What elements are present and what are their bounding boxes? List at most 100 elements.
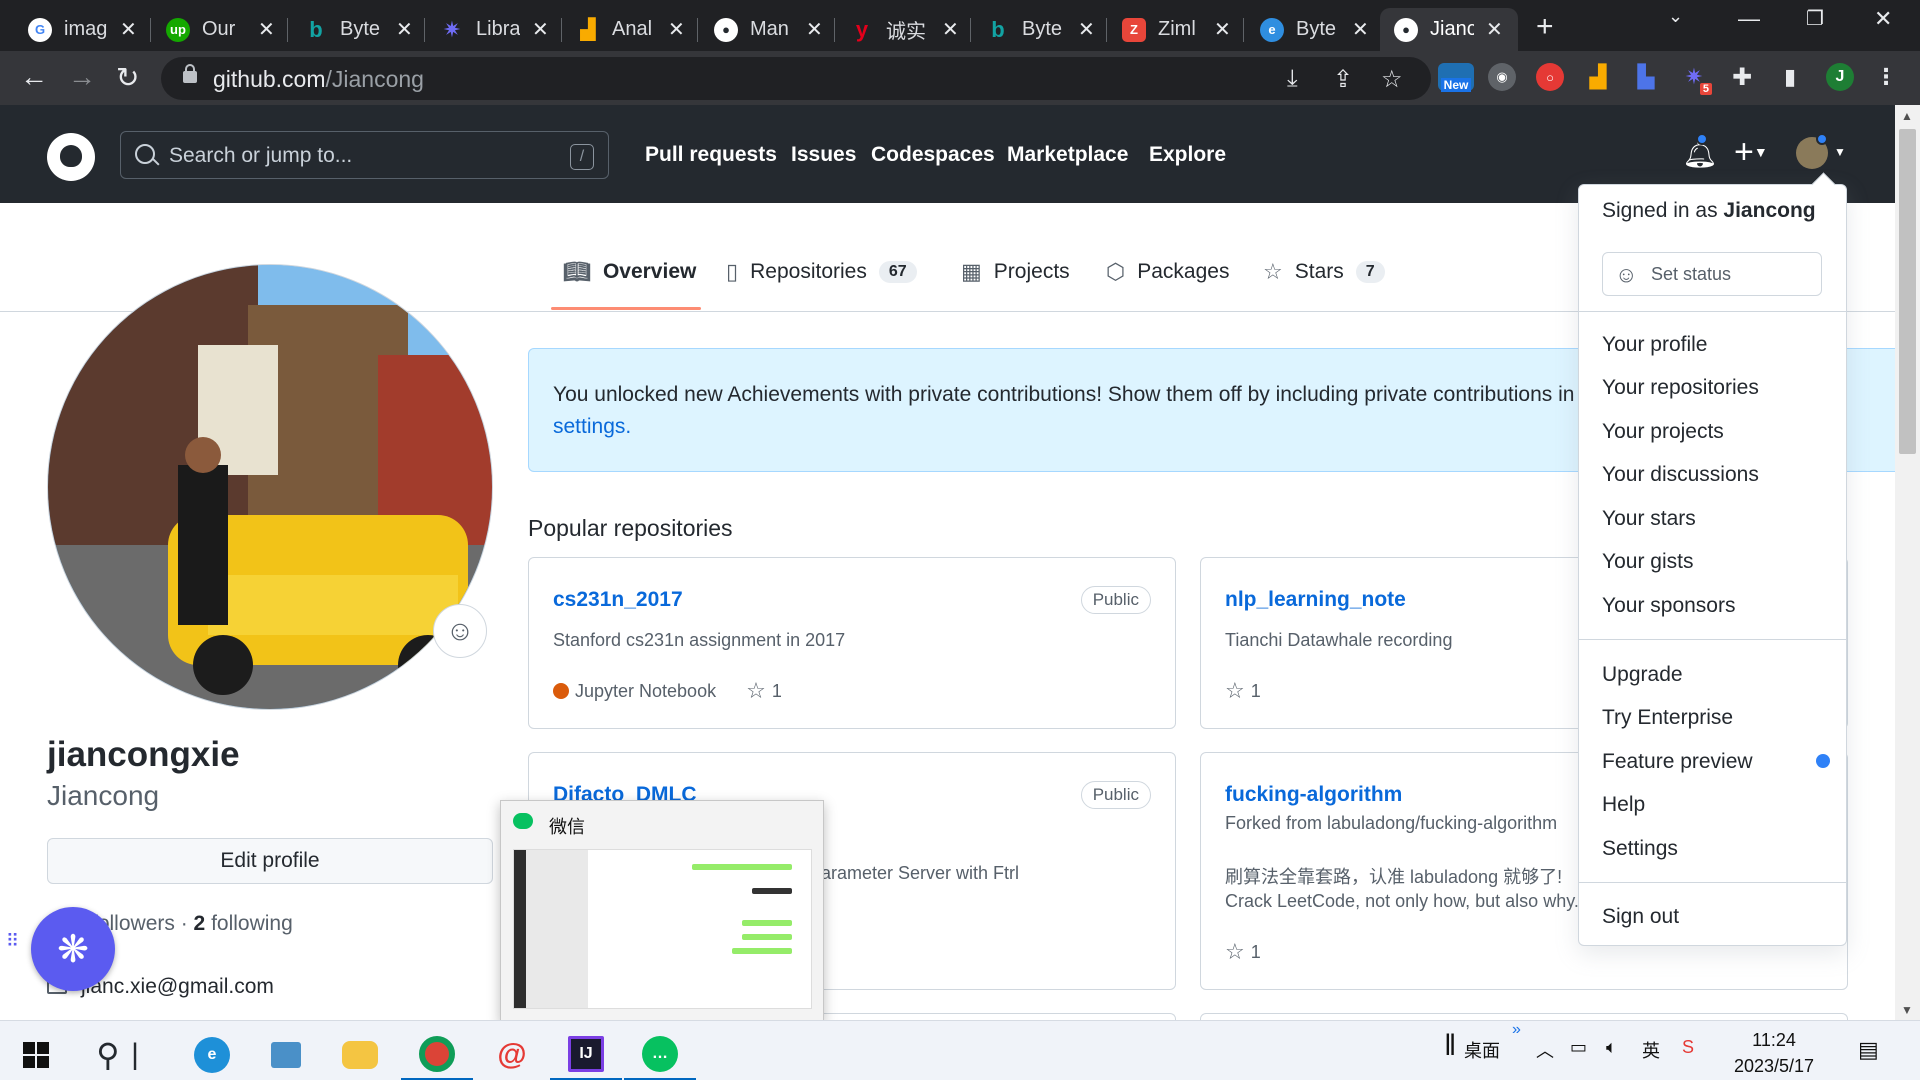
nav-marketplace[interactable]: Marketplace [1007,143,1128,167]
menu-upgrade[interactable]: Upgrade [1602,663,1683,687]
browser-tab[interactable]: G imag ✕ [14,8,147,51]
close-icon[interactable]: ✕ [120,17,137,42]
search-input[interactable]: Search or jump to... / [120,131,609,179]
browser-tab[interactable]: ▟ Anal ✕ [562,8,695,51]
menu-feature-preview[interactable]: Feature preview [1602,750,1753,774]
scrollbar-thumb[interactable] [1899,129,1916,454]
notifications-bell-icon[interactable]: 🔔︎ [1682,133,1718,170]
nav-issues[interactable]: Issues [791,143,856,167]
browser-tab[interactable]: e Byte ✕ [1246,8,1379,51]
repo-link[interactable]: cs231n_2017 [553,588,683,612]
scroll-up-icon[interactable]: ▲ [1901,109,1913,123]
extension-new-icon[interactable]: New [1438,63,1474,92]
extension-circle-icon[interactable]: ○ [1536,63,1564,91]
settings-link[interactable]: settings. [553,415,631,439]
restore-button[interactable]: ❐ [1806,6,1824,31]
nav-explore[interactable]: Explore [1149,143,1226,167]
puzzle-icon[interactable]: ✚ [1728,63,1756,91]
menu-settings[interactable]: Settings [1602,837,1678,861]
repo-link[interactable]: fucking-algorithm [1225,783,1402,807]
menu-your-gists[interactable]: Your gists [1602,550,1693,574]
clock[interactable]: 11:24 2023/5/17 [1728,1027,1820,1079]
install-icon[interactable]: ⤓ [1287,65,1298,93]
browser-tab[interactable]: y 诚实 ✕ [836,8,969,51]
repo-link[interactable]: nlp_learning_note [1225,588,1406,612]
close-icon[interactable]: ✕ [1214,17,1231,42]
reload-button[interactable]: ↻ [116,61,139,94]
edit-profile-button[interactable]: Edit profile [47,838,493,884]
stargazers-link[interactable]: 1 [772,681,782,702]
following-link[interactable]: following [211,912,293,935]
forward-button[interactable]: → [68,61,96,93]
user-avatar-menu[interactable]: ▼ [1796,133,1846,169]
close-icon[interactable]: ✕ [942,17,959,42]
wechat-window-preview[interactable]: 微信 [500,800,824,1022]
nav-pull-requests[interactable]: Pull requests [645,143,777,167]
tab-projects[interactable]: ▦ Projects [961,259,1070,285]
notification-center-icon[interactable]: ▤ [1858,1037,1879,1063]
wechat-taskbar-icon[interactable]: … [624,1029,696,1080]
new-tab-button[interactable]: + [1536,10,1554,44]
browser-tab[interactable]: ● Man ✕ [700,8,833,51]
windows-start-icon[interactable] [0,1029,72,1080]
menu-kebab-icon[interactable]: ⋮ [1872,63,1900,91]
stargazers-link[interactable]: 1 [1251,942,1261,963]
set-status-smiley-button[interactable]: ☺ [433,604,487,658]
volume-icon[interactable]: 🔈︎ [1606,1037,1617,1058]
floating-assistant-button[interactable]: ❋ [31,907,115,991]
page-scrollbar[interactable]: ▲ ▼ [1895,105,1920,1020]
side-panel-icon[interactable]: ▮ [1776,63,1804,91]
menu-your-discussions[interactable]: Your discussions [1602,463,1759,487]
close-icon[interactable]: ✕ [396,17,413,42]
tab-search-icon[interactable]: ⌄ [1668,6,1683,27]
browser-tab[interactable]: Z Ziml ✕ [1108,8,1241,51]
browser-tab-active[interactable]: ● Jianc ✕ [1380,8,1518,51]
profile-avatar[interactable]: J [1826,63,1854,91]
input-method-label[interactable]: 英 [1642,1037,1660,1063]
expand-toolbar-icon[interactable]: » [1512,1021,1521,1039]
tab-packages[interactable]: ⬡ Packages [1106,259,1229,285]
edge-icon[interactable]: e [176,1029,248,1080]
extension-library-icon[interactable]: ✷ 5 [1680,63,1712,95]
close-icon[interactable]: ✕ [1352,17,1369,42]
menu-your-stars[interactable]: Your stars [1602,507,1696,531]
bookmark-star-icon[interactable]: ☆ [1381,65,1403,94]
file-explorer-icon[interactable] [324,1029,396,1080]
browser-tab[interactable]: b Byte ✕ [290,8,423,51]
tab-repositories[interactable]: ▯ Repositories 67 [726,259,917,285]
close-icon[interactable]: ✕ [668,17,685,42]
extension-chart-icon[interactable]: ▙ [1632,63,1660,91]
stargazers-link[interactable]: 1 [1251,681,1261,702]
close-icon[interactable]: ✕ [258,17,275,42]
address-bar[interactable]: github.com/Jiancong ⤓ ⇪ ☆ [161,57,1431,100]
close-icon[interactable]: ✕ [1078,17,1095,42]
desktop-toolbar-label[interactable]: 桌面 [1464,1037,1500,1063]
extension-owl-icon[interactable]: ◉ [1488,63,1516,91]
menu-sign-out[interactable]: Sign out [1602,905,1679,929]
close-window-button[interactable]: ✕ [1874,6,1892,32]
browser-tab[interactable]: b Byte ✕ [972,8,1105,51]
close-icon[interactable]: ✕ [1486,17,1503,42]
tab-overview[interactable]: 📖︎ Overview [563,259,696,285]
nav-codespaces[interactable]: Codespaces [871,143,995,167]
minimize-button[interactable]: — [1738,6,1760,32]
back-button[interactable]: ← [20,61,48,93]
menu-your-profile[interactable]: Your profile [1602,333,1707,357]
create-new-button[interactable]: +▼ [1734,133,1768,172]
close-icon[interactable]: ✕ [806,17,823,42]
profile-avatar-photo[interactable] [47,264,493,710]
menu-your-sponsors[interactable]: Your sponsors [1602,594,1735,618]
browser-tab[interactable]: up Our ✕ [152,8,285,51]
menu-help[interactable]: Help [1602,793,1645,817]
show-hidden-icons[interactable]: ︿ [1536,1037,1554,1063]
scroll-down-icon[interactable]: ▼ [1901,1003,1913,1017]
browser-tab[interactable]: ✷ Libra ✕ [426,8,559,51]
extension-analytics-icon[interactable]: ▟ [1584,63,1612,91]
this-pc-icon[interactable] [250,1029,322,1080]
menu-your-projects[interactable]: Your projects [1602,420,1724,444]
set-status-button[interactable]: ☺ Set status [1602,252,1822,296]
snail-app-icon[interactable]: @ [476,1029,548,1080]
sogou-input-icon[interactable]: S [1682,1037,1694,1058]
chrome-icon[interactable] [401,1029,473,1080]
drag-handle-icon[interactable]: ⠿ [6,932,20,950]
